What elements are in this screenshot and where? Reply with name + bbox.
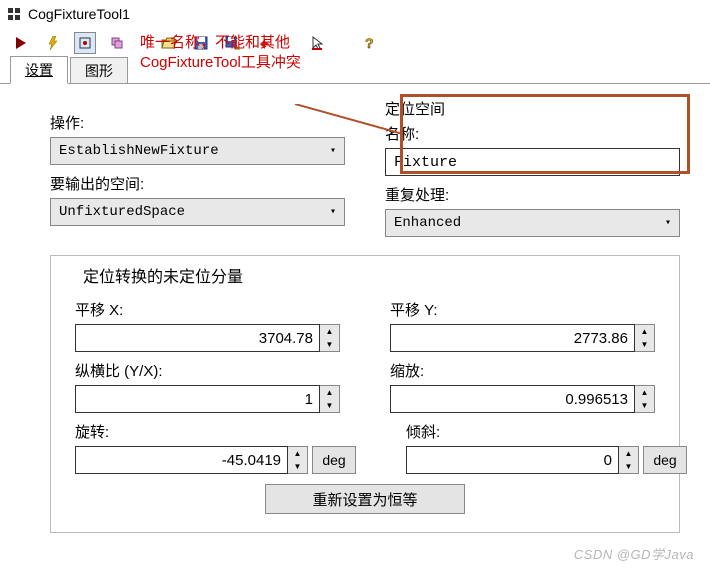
tab-settings[interactable]: 设置	[10, 56, 68, 84]
aspect-label: 纵横比 (Y/X):	[75, 360, 340, 381]
skew-label: 倾斜:	[406, 421, 687, 442]
translate-x-label: 平移 X:	[75, 299, 340, 320]
skew-spinner[interactable]: ▲▼	[619, 446, 639, 474]
fixture-name-input[interactable]	[385, 148, 680, 176]
settings-panel: 操作: EstablishNewFixture ▾ 要输出的空间: Unfixt…	[0, 83, 710, 543]
chevron-down-icon: ▾	[665, 217, 671, 229]
watermark: CSDN @GD学Java	[574, 544, 694, 563]
tab-graphics[interactable]: 图形	[70, 57, 128, 84]
bolt-icon[interactable]	[42, 32, 64, 54]
rotation-deg-button[interactable]: deg	[312, 446, 356, 474]
chevron-down-icon: ▾	[330, 206, 336, 218]
translate-y-spinner[interactable]: ▲▼	[635, 324, 655, 352]
unfixtured-group: 定位转换的未定位分量 平移 X: ▲▼ 平移 Y: ▲▼ 纵横比 (Y/X):	[50, 255, 680, 533]
operation-select[interactable]: EstablishNewFixture ▾	[50, 137, 345, 165]
cursor-icon[interactable]	[306, 32, 328, 54]
skew-input[interactable]	[406, 446, 619, 474]
group-title: 定位转换的未定位分量	[79, 263, 247, 287]
copy-icon[interactable]	[106, 32, 128, 54]
help-icon[interactable]: ?	[358, 32, 380, 54]
skew-deg-button[interactable]: deg	[643, 446, 687, 474]
title-bar: CogFixtureTool1	[0, 0, 710, 28]
scale-input[interactable]	[390, 385, 635, 413]
tab-row: 设置 图形 唯一名称，不能和其他 CogFixtureTool工具冲突	[0, 58, 710, 84]
rotation-spinner[interactable]: ▲▼	[288, 446, 308, 474]
translate-y-label: 平移 Y:	[390, 299, 655, 320]
rotation-label: 旋转:	[75, 421, 356, 442]
run-icon[interactable]	[10, 32, 32, 54]
translate-x-spinner[interactable]: ▲▼	[320, 324, 340, 352]
aspect-input[interactable]	[75, 385, 320, 413]
record-icon[interactable]	[74, 32, 96, 54]
reset-identity-button[interactable]: 重新设置为恒等	[265, 484, 465, 514]
repeat-select[interactable]: Enhanced ▾	[385, 209, 680, 237]
scale-label: 缩放:	[390, 360, 655, 381]
rotation-input[interactable]	[75, 446, 288, 474]
operation-label: 操作:	[50, 112, 345, 133]
translate-y-input[interactable]	[390, 324, 635, 352]
app-icon	[6, 6, 22, 22]
toolbar: ?	[0, 28, 710, 58]
scale-spinner[interactable]: ▲▼	[635, 385, 655, 413]
annotation-text: 唯一名称，不能和其他 CogFixtureTool工具冲突	[140, 33, 301, 72]
name-label: 名称:	[385, 123, 680, 144]
svg-text:?: ?	[365, 36, 374, 50]
aspect-spinner[interactable]: ▲▼	[320, 385, 340, 413]
translate-x-input[interactable]	[75, 324, 320, 352]
repeat-label: 重复处理:	[385, 184, 680, 205]
fixture-space-group-label: 定位空间	[385, 98, 680, 119]
output-space-select[interactable]: UnfixturedSpace ▾	[50, 198, 345, 226]
output-space-label: 要输出的空间:	[50, 173, 345, 194]
chevron-down-icon: ▾	[330, 145, 336, 157]
window-title: CogFixtureTool1	[28, 6, 130, 22]
